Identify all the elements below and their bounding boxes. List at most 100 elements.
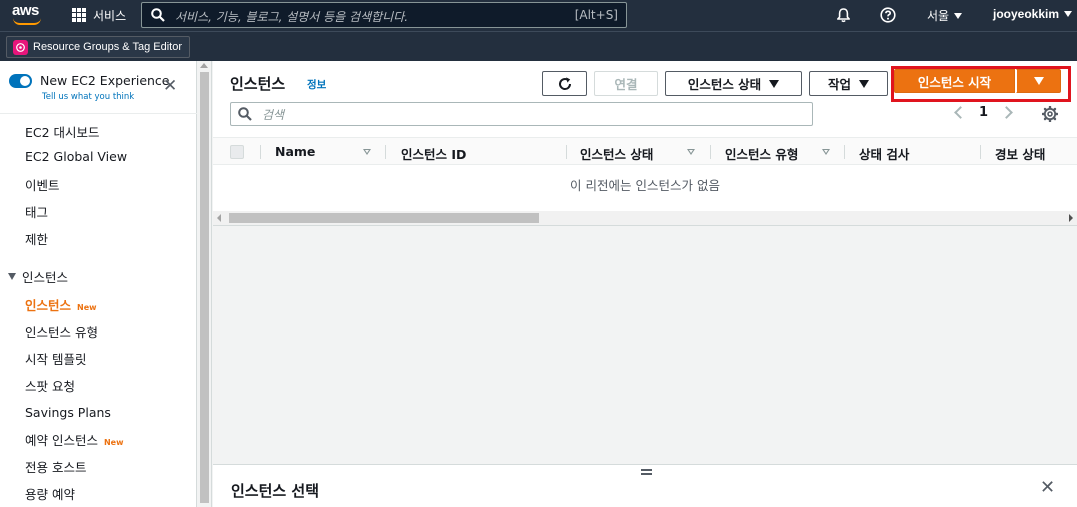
column-divider (566, 145, 567, 159)
table-header: Name 인스턴스 ID 인스턴스 상태 인스턴스 유형 상태 검사 경보 상태 (213, 137, 1077, 165)
actions-label: 작업 (827, 77, 851, 92)
column-divider (980, 145, 981, 159)
services-menu-button[interactable]: 서비스 (72, 6, 126, 24)
caret-down-icon (8, 273, 16, 280)
sort-icon[interactable] (822, 149, 830, 155)
grid-icon (72, 8, 86, 22)
account-menu[interactable]: jooyeokkim (993, 7, 1073, 21)
search-icon (238, 107, 252, 121)
sort-icon[interactable] (687, 149, 695, 155)
resource-groups-button[interactable]: Resource Groups & Tag Editor (6, 36, 190, 58)
sidebar-item-instances[interactable]: 인스턴스 New (25, 295, 97, 314)
launch-instances-button[interactable]: 인스턴스 시작 (894, 69, 1015, 93)
split-panel-title: 인스턴스 선택 (231, 482, 320, 500)
sidebar-item-ec2-dashboard[interactable]: EC2 대시보드 (25, 122, 100, 141)
column-header-instance-state[interactable]: 인스턴스 상태 (580, 144, 653, 163)
sidebar-item-label: 예약 인스턴스 (25, 433, 98, 448)
sidebar-divider (0, 113, 197, 114)
chevron-left-icon[interactable] (954, 106, 967, 119)
sidebar-item-instance-types[interactable]: 인스턴스 유형 (25, 322, 98, 341)
caret-down-icon (769, 79, 780, 88)
search-placeholder: 검색 (262, 108, 285, 122)
user-label: jooyeokkim (993, 7, 1060, 21)
sidebar: New EC2 Experience Tell us what you thin… (0, 61, 197, 507)
sort-icon[interactable] (363, 149, 371, 155)
sidebar-item-savings-plans[interactable]: Savings Plans (25, 405, 111, 420)
column-header-name[interactable]: Name (275, 144, 315, 159)
instance-state-dropdown[interactable]: 인스턴스 상태 (665, 71, 802, 96)
sidebar-item-dedicated-hosts[interactable]: 전용 호스트 (25, 457, 86, 476)
sidebar-scrollbar-thumb[interactable] (200, 72, 209, 503)
column-divider (385, 145, 386, 159)
instances-panel: 인스턴스 정보 연결 인스턴스 상태 작업 인스턴스 시작 검색 1 Name … (213, 61, 1077, 226)
refresh-button[interactable] (542, 71, 587, 96)
chevron-down-icon (1064, 11, 1073, 17)
scroll-up-arrow-icon[interactable] (200, 63, 208, 68)
horizontal-scrollbar-thumb[interactable] (229, 213, 539, 223)
sidebar-item-tags[interactable]: 태그 (25, 202, 48, 221)
close-icon[interactable]: ✕ (163, 78, 177, 95)
page-number[interactable]: 1 (979, 105, 988, 120)
help-button[interactable] (880, 7, 896, 23)
close-icon[interactable]: ✕ (1040, 479, 1055, 497)
details-split-panel: 인스턴스 선택 ✕ (213, 464, 1077, 507)
sidebar-item-launch-templates[interactable]: 시작 템플릿 (25, 349, 86, 368)
global-search-input[interactable]: 서비스, 기능, 블로그, 설명서 등을 검색합니다. [Alt+S] (141, 2, 627, 28)
aws-logo[interactable]: aws (12, 3, 42, 27)
launch-instances-dropdown-button[interactable] (1016, 69, 1061, 93)
sidebar-item-spot-requests[interactable]: 스팟 요청 (25, 376, 75, 395)
sidebar-item-reserved-instances[interactable]: 예약 인스턴스 New (25, 430, 124, 449)
new-experience-title: New EC2 Experience (40, 73, 170, 88)
pagination: 1 (954, 105, 1013, 120)
column-header-instance-id[interactable]: 인스턴스 ID (401, 144, 466, 163)
info-link[interactable]: 정보 (307, 77, 326, 92)
search-shortcut: [Alt+S] (574, 8, 618, 22)
column-header-instance-type[interactable]: 인스턴스 유형 (725, 144, 798, 163)
caret-down-icon (1033, 77, 1044, 85)
sidebar-item-events[interactable]: 이벤트 (25, 175, 60, 194)
column-divider (260, 145, 261, 159)
region-selector[interactable]: 서울 (927, 7, 963, 24)
help-icon (880, 7, 896, 23)
column-divider (844, 145, 845, 159)
scroll-right-arrow-icon[interactable] (1069, 214, 1073, 222)
instance-search-input[interactable]: 검색 (230, 102, 813, 126)
notifications-button[interactable] (836, 7, 851, 23)
sidebar-item-label: 인스턴스 (25, 298, 72, 313)
instance-state-label: 인스턴스 상태 (687, 77, 762, 92)
new-experience-toggle[interactable] (9, 74, 32, 88)
search-placeholder: 서비스, 기능, 블로그, 설명서 등을 검색합니다. (175, 10, 409, 24)
feedback-link[interactable]: Tell us what you think (42, 92, 134, 102)
empty-table-message: 이 리전에는 인스턴스가 없음 (570, 178, 720, 193)
region-label: 서울 (927, 9, 950, 23)
column-header-alarm-status[interactable]: 경보 상태 (995, 144, 1045, 163)
resource-groups-icon (13, 39, 28, 55)
sidebar-item-ec2-global-view[interactable]: EC2 Global View (25, 149, 127, 164)
actions-dropdown[interactable]: 작업 (809, 71, 888, 96)
caret-down-icon (859, 79, 869, 88)
new-experience-toggle-row: New EC2 Experience Tell us what you thin… (9, 72, 189, 108)
aws-smile-icon (13, 18, 41, 25)
column-divider (710, 145, 711, 159)
aws-logo-text: aws (12, 2, 39, 19)
services-label: 서비스 (93, 8, 127, 23)
chevron-right-icon[interactable] (1000, 106, 1013, 119)
connect-button[interactable]: 연결 (594, 71, 658, 96)
sidebar-item-limits[interactable]: 제한 (25, 229, 48, 248)
column-header-status-check[interactable]: 상태 검사 (859, 144, 909, 163)
scroll-left-arrow-icon[interactable] (217, 214, 221, 222)
search-icon (151, 8, 165, 22)
top-navigation: aws 서비스 서비스, 기능, 블로그, 설명서 등을 검색합니다. [Alt… (0, 0, 1077, 31)
table-horizontal-scrollbar[interactable] (213, 211, 1077, 225)
bell-icon (837, 8, 850, 23)
favorites-bar: Resource Groups & Tag Editor (0, 31, 1077, 61)
resize-handle-icon[interactable] (641, 469, 652, 475)
refresh-icon (558, 76, 571, 90)
gear-icon[interactable] (1042, 106, 1058, 122)
chevron-down-icon (954, 12, 963, 19)
sidebar-section-instances[interactable]: 인스턴스 (8, 267, 68, 286)
sidebar-item-capacity-reservations[interactable]: 용량 예약 (25, 484, 75, 503)
new-badge: New (103, 438, 124, 447)
select-all-checkbox[interactable] (230, 145, 244, 159)
connect-label: 연결 (614, 77, 638, 92)
